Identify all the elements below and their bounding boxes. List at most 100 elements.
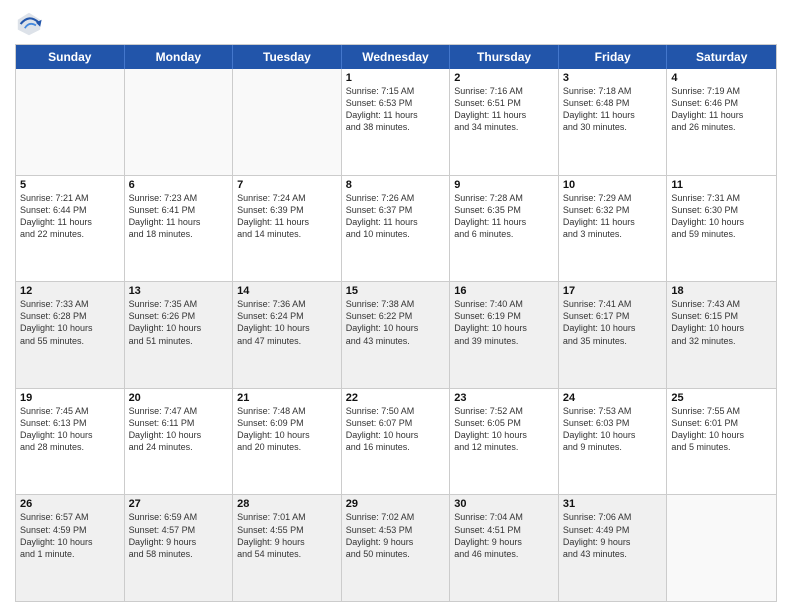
day-number: 19: [20, 392, 120, 404]
cal-cell-14: 14Sunrise: 7:36 AM Sunset: 6:24 PM Dayli…: [233, 282, 342, 388]
day-info: Sunrise: 7:43 AM Sunset: 6:15 PM Dayligh…: [671, 298, 772, 347]
cal-cell-empty: [233, 69, 342, 175]
day-info: Sunrise: 6:59 AM Sunset: 4:57 PM Dayligh…: [129, 511, 229, 560]
cal-cell-28: 28Sunrise: 7:01 AM Sunset: 4:55 PM Dayli…: [233, 495, 342, 601]
cal-cell-13: 13Sunrise: 7:35 AM Sunset: 6:26 PM Dayli…: [125, 282, 234, 388]
day-info: Sunrise: 7:02 AM Sunset: 4:53 PM Dayligh…: [346, 511, 446, 560]
cal-cell-7: 7Sunrise: 7:24 AM Sunset: 6:39 PM Daylig…: [233, 176, 342, 282]
calendar-row-0: 1Sunrise: 7:15 AM Sunset: 6:53 PM Daylig…: [16, 69, 776, 175]
day-info: Sunrise: 7:40 AM Sunset: 6:19 PM Dayligh…: [454, 298, 554, 347]
day-info: Sunrise: 7:29 AM Sunset: 6:32 PM Dayligh…: [563, 192, 663, 241]
day-info: Sunrise: 6:57 AM Sunset: 4:59 PM Dayligh…: [20, 511, 120, 560]
day-number: 27: [129, 498, 229, 510]
cal-cell-22: 22Sunrise: 7:50 AM Sunset: 6:07 PM Dayli…: [342, 389, 451, 495]
day-info: Sunrise: 7:52 AM Sunset: 6:05 PM Dayligh…: [454, 405, 554, 454]
day-info: Sunrise: 7:50 AM Sunset: 6:07 PM Dayligh…: [346, 405, 446, 454]
header-day-friday: Friday: [559, 45, 668, 69]
day-number: 13: [129, 285, 229, 297]
cal-cell-20: 20Sunrise: 7:47 AM Sunset: 6:11 PM Dayli…: [125, 389, 234, 495]
day-number: 16: [454, 285, 554, 297]
day-info: Sunrise: 7:38 AM Sunset: 6:22 PM Dayligh…: [346, 298, 446, 347]
cal-cell-10: 10Sunrise: 7:29 AM Sunset: 6:32 PM Dayli…: [559, 176, 668, 282]
cal-cell-11: 11Sunrise: 7:31 AM Sunset: 6:30 PM Dayli…: [667, 176, 776, 282]
calendar-row-1: 5Sunrise: 7:21 AM Sunset: 6:44 PM Daylig…: [16, 175, 776, 282]
day-number: 1: [346, 72, 446, 84]
day-number: 31: [563, 498, 663, 510]
day-number: 23: [454, 392, 554, 404]
day-number: 12: [20, 285, 120, 297]
cal-cell-24: 24Sunrise: 7:53 AM Sunset: 6:03 PM Dayli…: [559, 389, 668, 495]
day-info: Sunrise: 7:36 AM Sunset: 6:24 PM Dayligh…: [237, 298, 337, 347]
day-number: 18: [671, 285, 772, 297]
day-number: 3: [563, 72, 663, 84]
cal-cell-8: 8Sunrise: 7:26 AM Sunset: 6:37 PM Daylig…: [342, 176, 451, 282]
cal-cell-4: 4Sunrise: 7:19 AM Sunset: 6:46 PM Daylig…: [667, 69, 776, 175]
cal-cell-16: 16Sunrise: 7:40 AM Sunset: 6:19 PM Dayli…: [450, 282, 559, 388]
cal-cell-5: 5Sunrise: 7:21 AM Sunset: 6:44 PM Daylig…: [16, 176, 125, 282]
cal-cell-23: 23Sunrise: 7:52 AM Sunset: 6:05 PM Dayli…: [450, 389, 559, 495]
day-number: 4: [671, 72, 772, 84]
day-number: 11: [671, 179, 772, 191]
calendar: SundayMondayTuesdayWednesdayThursdayFrid…: [15, 44, 777, 602]
calendar-body: 1Sunrise: 7:15 AM Sunset: 6:53 PM Daylig…: [16, 69, 776, 601]
cal-cell-25: 25Sunrise: 7:55 AM Sunset: 6:01 PM Dayli…: [667, 389, 776, 495]
day-number: 24: [563, 392, 663, 404]
day-info: Sunrise: 7:16 AM Sunset: 6:51 PM Dayligh…: [454, 85, 554, 134]
cal-cell-3: 3Sunrise: 7:18 AM Sunset: 6:48 PM Daylig…: [559, 69, 668, 175]
day-info: Sunrise: 7:53 AM Sunset: 6:03 PM Dayligh…: [563, 405, 663, 454]
day-number: 26: [20, 498, 120, 510]
day-info: Sunrise: 7:45 AM Sunset: 6:13 PM Dayligh…: [20, 405, 120, 454]
day-info: Sunrise: 7:35 AM Sunset: 6:26 PM Dayligh…: [129, 298, 229, 347]
day-number: 2: [454, 72, 554, 84]
cal-cell-empty: [125, 69, 234, 175]
day-info: Sunrise: 7:23 AM Sunset: 6:41 PM Dayligh…: [129, 192, 229, 241]
calendar-row-3: 19Sunrise: 7:45 AM Sunset: 6:13 PM Dayli…: [16, 388, 776, 495]
cal-cell-17: 17Sunrise: 7:41 AM Sunset: 6:17 PM Dayli…: [559, 282, 668, 388]
day-number: 5: [20, 179, 120, 191]
day-info: Sunrise: 7:41 AM Sunset: 6:17 PM Dayligh…: [563, 298, 663, 347]
header-day-thursday: Thursday: [450, 45, 559, 69]
logo: [15, 10, 47, 38]
cal-cell-18: 18Sunrise: 7:43 AM Sunset: 6:15 PM Dayli…: [667, 282, 776, 388]
header-day-sunday: Sunday: [16, 45, 125, 69]
calendar-row-4: 26Sunrise: 6:57 AM Sunset: 4:59 PM Dayli…: [16, 494, 776, 601]
cal-cell-12: 12Sunrise: 7:33 AM Sunset: 6:28 PM Dayli…: [16, 282, 125, 388]
cal-cell-26: 26Sunrise: 6:57 AM Sunset: 4:59 PM Dayli…: [16, 495, 125, 601]
page: SundayMondayTuesdayWednesdayThursdayFrid…: [0, 0, 792, 612]
day-number: 22: [346, 392, 446, 404]
calendar-header: SundayMondayTuesdayWednesdayThursdayFrid…: [16, 45, 776, 69]
day-info: Sunrise: 7:33 AM Sunset: 6:28 PM Dayligh…: [20, 298, 120, 347]
cal-cell-2: 2Sunrise: 7:16 AM Sunset: 6:51 PM Daylig…: [450, 69, 559, 175]
header-day-saturday: Saturday: [667, 45, 776, 69]
day-info: Sunrise: 7:21 AM Sunset: 6:44 PM Dayligh…: [20, 192, 120, 241]
day-number: 14: [237, 285, 337, 297]
cal-cell-19: 19Sunrise: 7:45 AM Sunset: 6:13 PM Dayli…: [16, 389, 125, 495]
cal-cell-empty: [667, 495, 776, 601]
day-number: 17: [563, 285, 663, 297]
day-number: 8: [346, 179, 446, 191]
calendar-row-2: 12Sunrise: 7:33 AM Sunset: 6:28 PM Dayli…: [16, 281, 776, 388]
day-number: 15: [346, 285, 446, 297]
day-info: Sunrise: 7:26 AM Sunset: 6:37 PM Dayligh…: [346, 192, 446, 241]
day-number: 29: [346, 498, 446, 510]
header: [15, 10, 777, 38]
day-number: 9: [454, 179, 554, 191]
cal-cell-27: 27Sunrise: 6:59 AM Sunset: 4:57 PM Dayli…: [125, 495, 234, 601]
day-number: 6: [129, 179, 229, 191]
cal-cell-empty: [16, 69, 125, 175]
day-number: 20: [129, 392, 229, 404]
cal-cell-21: 21Sunrise: 7:48 AM Sunset: 6:09 PM Dayli…: [233, 389, 342, 495]
header-day-wednesday: Wednesday: [342, 45, 451, 69]
day-info: Sunrise: 7:55 AM Sunset: 6:01 PM Dayligh…: [671, 405, 772, 454]
day-number: 28: [237, 498, 337, 510]
day-number: 21: [237, 392, 337, 404]
cal-cell-6: 6Sunrise: 7:23 AM Sunset: 6:41 PM Daylig…: [125, 176, 234, 282]
day-info: Sunrise: 7:06 AM Sunset: 4:49 PM Dayligh…: [563, 511, 663, 560]
header-day-monday: Monday: [125, 45, 234, 69]
day-number: 7: [237, 179, 337, 191]
day-info: Sunrise: 7:47 AM Sunset: 6:11 PM Dayligh…: [129, 405, 229, 454]
day-info: Sunrise: 7:28 AM Sunset: 6:35 PM Dayligh…: [454, 192, 554, 241]
day-info: Sunrise: 7:19 AM Sunset: 6:46 PM Dayligh…: [671, 85, 772, 134]
day-info: Sunrise: 7:24 AM Sunset: 6:39 PM Dayligh…: [237, 192, 337, 241]
logo-icon: [15, 10, 43, 38]
